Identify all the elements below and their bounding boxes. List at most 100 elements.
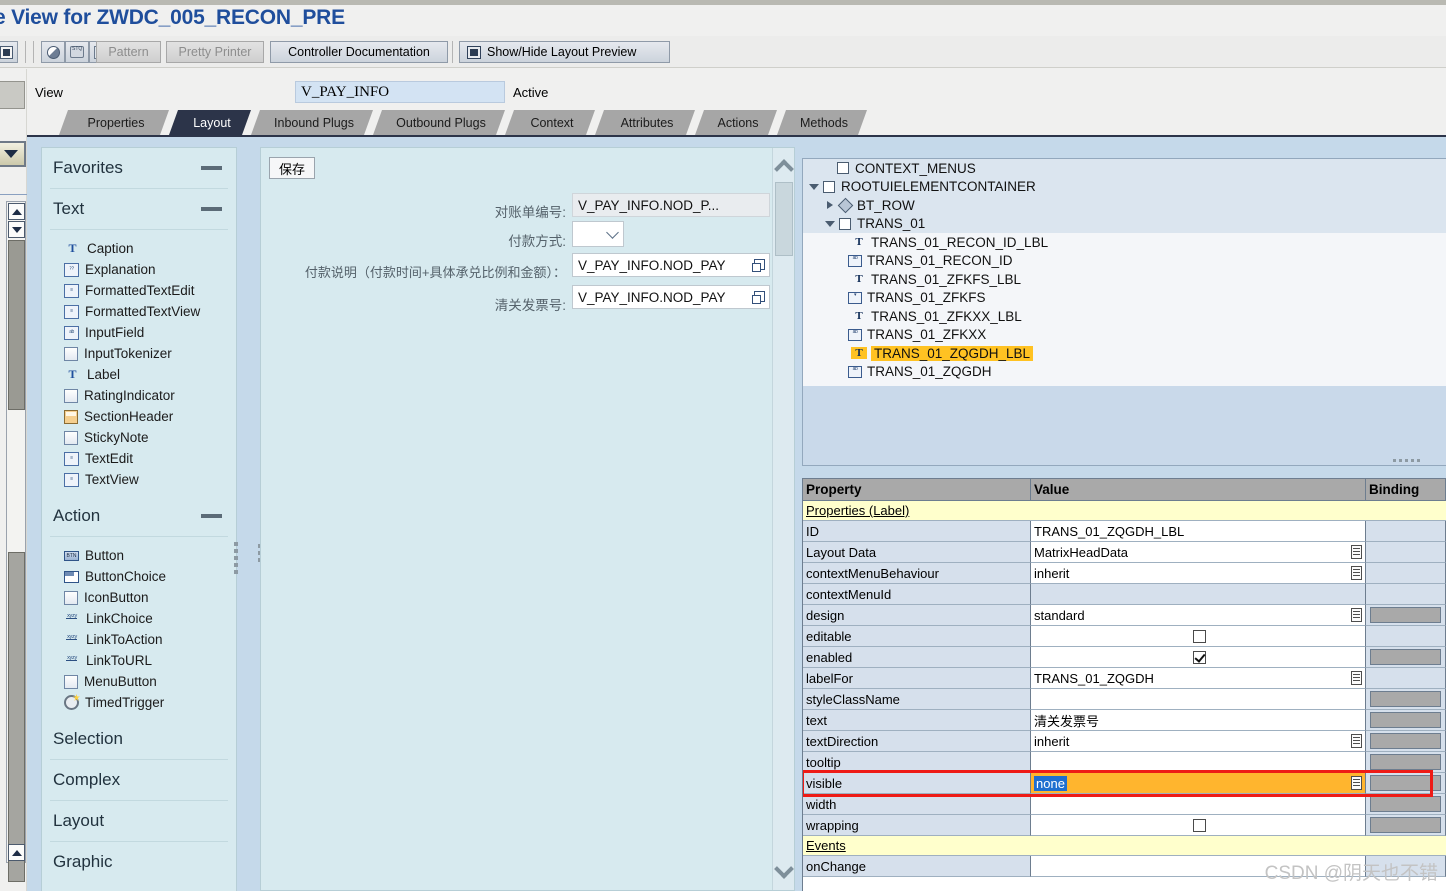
controller-documentation-button[interactable]: Controller Documentation bbox=[270, 41, 448, 63]
property-binding-wrapping[interactable] bbox=[1366, 815, 1446, 836]
palette-section-text[interactable]: Text bbox=[42, 189, 236, 229]
property-row-contextmenubehaviour[interactable]: contextMenuBehaviour inherit bbox=[803, 563, 1446, 584]
binding-button[interactable] bbox=[1370, 754, 1441, 770]
binding-button[interactable] bbox=[1370, 649, 1441, 665]
column-header-property[interactable]: Property bbox=[803, 479, 1031, 501]
value-help-icon[interactable] bbox=[1351, 545, 1362, 559]
property-value-styleclassname[interactable] bbox=[1031, 689, 1366, 710]
property-binding-enabled[interactable] bbox=[1366, 647, 1446, 668]
property-row-text[interactable]: text 清关发票号 bbox=[803, 710, 1446, 731]
field-input-recon-id[interactable]: V_PAY_INFO.NOD_P... bbox=[572, 193, 770, 217]
tab-inbound-plugs[interactable]: Inbound Plugs bbox=[251, 110, 373, 135]
column-header-value[interactable]: Value bbox=[1031, 479, 1366, 501]
property-row-editable[interactable]: editable bbox=[803, 626, 1446, 647]
palette-item-linkchoice[interactable]: xyzy LinkChoice bbox=[42, 608, 236, 629]
palette-item-inputfield[interactable]: ab InputField bbox=[42, 322, 236, 343]
property-binding-tooltip[interactable] bbox=[1366, 752, 1446, 773]
tree-row[interactable]: ab TRANS_01_ZQGDH bbox=[803, 363, 1446, 382]
property-row-contextmenuid[interactable]: contextMenuId bbox=[803, 584, 1446, 605]
field-dropdown-zfkfs[interactable] bbox=[572, 221, 624, 247]
property-value-layout-data[interactable]: MatrixHeadData bbox=[1031, 542, 1366, 563]
palette-item-timedtrigger[interactable]: TimedTrigger bbox=[42, 692, 236, 713]
property-binding-onchange[interactable] bbox=[1366, 856, 1446, 877]
property-binding-contextmenuid[interactable] bbox=[1366, 584, 1446, 605]
field-input-zqgdh[interactable]: V_PAY_INFO.NOD_PAY bbox=[572, 285, 770, 309]
palette-item-buttonchoice[interactable]: ButtonChoice bbox=[42, 566, 236, 587]
tree-row[interactable]: ab TRANS_01_RECON_ID bbox=[803, 252, 1446, 271]
palette-item-textview[interactable]: ≡ TextView bbox=[42, 469, 236, 490]
tab-actions[interactable]: Actions bbox=[695, 110, 777, 135]
tree-row[interactable]: TRANS_01 bbox=[803, 214, 1446, 233]
scroll-down-button[interactable] bbox=[8, 221, 25, 238]
property-value-labelfor[interactable]: TRANS_01_ZQGDH bbox=[1031, 668, 1366, 689]
property-value-tooltip[interactable] bbox=[1031, 752, 1366, 773]
property-value-width[interactable] bbox=[1031, 794, 1366, 815]
palette-item-formattedtextedit[interactable]: ≡ FormattedTextEdit bbox=[42, 280, 236, 301]
tab-properties[interactable]: Properties bbox=[59, 110, 169, 135]
palette-section-graphic[interactable]: Graphic bbox=[42, 842, 236, 882]
property-value-onchange[interactable] bbox=[1031, 856, 1366, 877]
scroll-bottom-button[interactable] bbox=[8, 844, 25, 861]
tab-methods[interactable]: Methods bbox=[777, 110, 867, 135]
left-strip-dropdown-button[interactable] bbox=[0, 141, 26, 167]
scroll-thumb-lower[interactable] bbox=[8, 552, 25, 882]
display-toggle-button[interactable] bbox=[0, 41, 18, 63]
property-value-design[interactable]: standard bbox=[1031, 605, 1366, 626]
palette-item-label[interactable]: T Label bbox=[42, 364, 236, 385]
property-binding-visible[interactable] bbox=[1366, 773, 1446, 794]
palette-section-layout[interactable]: Layout bbox=[42, 801, 236, 841]
property-binding-id[interactable] bbox=[1366, 521, 1446, 542]
pretty-printer-button[interactable]: Pretty Printer bbox=[166, 41, 264, 63]
binding-icon-zfkxx[interactable] bbox=[752, 259, 765, 272]
property-row-textdirection[interactable]: textDirection inherit bbox=[803, 731, 1446, 752]
field-input-zfkxx[interactable]: V_PAY_INFO.NOD_PAY bbox=[572, 253, 770, 277]
palette-item-formattedtextview[interactable]: ≡ FormattedTextView bbox=[42, 301, 236, 322]
checkbox-enabled[interactable] bbox=[1193, 650, 1206, 664]
palette-item-menubutton[interactable]: MenuButton bbox=[42, 671, 236, 692]
palette-item-explanation[interactable]: ⁇ Explanation bbox=[42, 259, 236, 280]
property-row-design[interactable]: design standard bbox=[803, 605, 1446, 626]
tree-row[interactable]: ▾ TRANS_01_ZFKFS bbox=[803, 289, 1446, 308]
pattern-button[interactable]: Pattern bbox=[96, 41, 161, 63]
binding-button[interactable] bbox=[1370, 691, 1441, 707]
palette-item-button[interactable]: BTN Button bbox=[42, 545, 236, 566]
palette-item-linktourl[interactable]: xyzy LinkToURL bbox=[42, 650, 236, 671]
scroll-up-button[interactable] bbox=[8, 203, 25, 220]
tree-twisty-collapsed[interactable] bbox=[823, 200, 837, 210]
binding-button[interactable] bbox=[1370, 607, 1441, 623]
tab-context[interactable]: Context bbox=[505, 110, 595, 135]
property-row-visible[interactable]: visible none bbox=[803, 770, 1446, 797]
tree-row[interactable]: CONTEXT_MENUS bbox=[803, 159, 1446, 178]
property-binding-text[interactable] bbox=[1366, 710, 1446, 731]
property-value-contextmenubehaviour[interactable]: inherit bbox=[1031, 563, 1366, 584]
palette-section-selection[interactable]: Selection bbox=[42, 719, 236, 759]
palette-section-favorites[interactable]: Favorites bbox=[42, 148, 236, 188]
property-value-textdirection[interactable]: inherit bbox=[1031, 731, 1366, 752]
palette-item-stickynote[interactable]: StickyNote bbox=[42, 427, 236, 448]
chevron-up-icon-preview[interactable] bbox=[774, 159, 794, 179]
property-binding-design[interactable] bbox=[1366, 605, 1446, 626]
value-help-icon[interactable] bbox=[1351, 734, 1362, 748]
tree-twisty-expanded[interactable] bbox=[807, 182, 821, 191]
scroll-thumb-upper[interactable] bbox=[8, 240, 25, 410]
property-binding-labelfor[interactable] bbox=[1366, 668, 1446, 689]
palette-item-iconbutton[interactable]: IconButton bbox=[42, 587, 236, 608]
binding-icon-zqgdh[interactable] bbox=[752, 291, 765, 304]
value-help-icon[interactable] bbox=[1351, 566, 1362, 580]
palette-item-textedit[interactable]: ≡ TextEdit bbox=[42, 448, 236, 469]
property-binding-editable[interactable] bbox=[1366, 626, 1446, 647]
palette-splitter-handle[interactable] bbox=[234, 542, 238, 574]
tree-row[interactable]: T TRANS_01_RECON_ID_LBL bbox=[803, 233, 1446, 252]
tree-row[interactable]: T TRANS_01_ZFKFS_LBL bbox=[803, 270, 1446, 289]
value-help-icon[interactable] bbox=[1351, 608, 1362, 622]
preview-scroll-thumb[interactable] bbox=[775, 182, 793, 256]
binding-button[interactable] bbox=[1370, 712, 1441, 728]
property-row-layout-data[interactable]: Layout Data MatrixHeadData bbox=[803, 542, 1446, 563]
where-used-button[interactable] bbox=[41, 41, 65, 63]
tree-row[interactable]: ROOTUIELEMENTCONTAINER bbox=[803, 177, 1446, 196]
binding-button[interactable] bbox=[1370, 775, 1441, 791]
chevron-down-icon-preview[interactable] bbox=[774, 859, 794, 879]
palette-item-inputtokenizer[interactable]: InputTokenizer bbox=[42, 343, 236, 364]
property-value-text[interactable]: 清关发票号 bbox=[1031, 710, 1366, 731]
tree-row[interactable]: ab TRANS_01_ZFKXX bbox=[803, 326, 1446, 345]
